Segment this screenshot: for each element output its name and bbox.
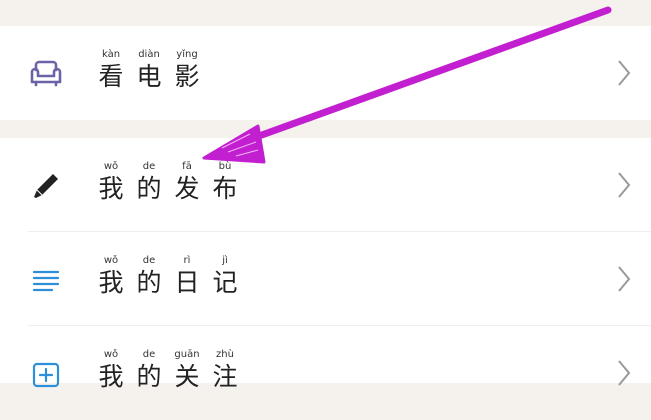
hanzi: 看 — [98, 62, 124, 91]
hanzi: 注 — [212, 362, 238, 391]
ruby-char: guān 关 — [170, 348, 204, 400]
hanzi: 布 — [212, 174, 238, 203]
ruby-char: wǒ 我 — [94, 254, 128, 306]
pinyin: de — [142, 349, 156, 360]
pinyin: kàn — [101, 49, 121, 60]
hanzi: 的 — [136, 268, 162, 297]
pinyin: bù — [218, 161, 232, 172]
hanzi: 日 — [174, 268, 200, 297]
row-my-follows[interactable]: wǒ 我 de 的 guān 关 zhù 注 — [0, 326, 651, 420]
pinyin: wǒ — [103, 161, 119, 172]
hanzi: 的 — [136, 174, 162, 203]
pinyin: wǒ — [103, 255, 119, 266]
pinyin: fā — [182, 161, 192, 172]
pinyin: rì — [183, 255, 191, 266]
pinyin: yǐng — [176, 49, 198, 60]
sofa-icon — [30, 60, 62, 87]
hanzi: 的 — [136, 362, 162, 391]
pinyin: zhù — [216, 349, 234, 360]
ruby-char: bù 布 — [208, 160, 242, 212]
row-label: kàn 看 diàn 电 yǐng 影 — [94, 48, 204, 100]
ruby-char: yǐng 影 — [170, 48, 204, 100]
pinyin: diàn — [138, 49, 160, 60]
row-movies[interactable]: kàn 看 diàn 电 yǐng 影 — [0, 26, 651, 120]
section-spacer — [0, 120, 651, 138]
row-my-diary[interactable]: wǒ 我 de 的 rì 日 jì 记 — [0, 232, 651, 326]
top-spacer — [0, 0, 651, 26]
row-label: wǒ 我 de 的 fā 发 bù 布 — [94, 160, 242, 212]
hanzi: 我 — [98, 362, 124, 391]
hanzi: 记 — [212, 268, 238, 297]
ruby-char: kàn 看 — [94, 48, 128, 100]
top-section: kàn 看 diàn 电 yǐng 影 — [0, 26, 651, 120]
chevron-right-icon — [618, 172, 631, 198]
ruby-char: diàn 电 — [132, 48, 166, 100]
chevron-right-icon — [618, 266, 631, 292]
ruby-char: rì 日 — [170, 254, 204, 306]
ruby-char: de 的 — [132, 254, 166, 306]
hanzi: 我 — [98, 268, 124, 297]
hanzi: 关 — [174, 362, 200, 391]
pinyin: de — [142, 161, 156, 172]
chevron-right-icon — [618, 60, 631, 86]
row-my-posts[interactable]: wǒ 我 de 的 fā 发 bù 布 — [0, 138, 651, 232]
hanzi: 电 — [136, 62, 162, 91]
main-section: wǒ 我 de 的 fā 发 bù 布 wǒ 我 de 的 rì 日 jì 记 wǒ 我 — [0, 138, 651, 391]
hanzi: 发 — [174, 174, 200, 203]
hanzi: 影 — [174, 62, 200, 91]
list-lines-icon — [32, 270, 60, 292]
ruby-char: fā 发 — [170, 160, 204, 212]
pinyin: jì — [222, 255, 228, 266]
ruby-char: de 的 — [132, 160, 166, 212]
plus-square-icon — [32, 362, 60, 388]
ruby-char: de 的 — [132, 348, 166, 400]
pinyin: guān — [174, 349, 200, 360]
pinyin: wǒ — [103, 349, 119, 360]
hanzi: 我 — [98, 174, 124, 203]
ruby-char: zhù 注 — [208, 348, 242, 400]
row-label: wǒ 我 de 的 rì 日 jì 记 — [94, 254, 242, 306]
pencil-icon — [34, 174, 58, 198]
ruby-char: wǒ 我 — [94, 160, 128, 212]
pinyin: de — [142, 255, 156, 266]
ruby-char: jì 记 — [208, 254, 242, 306]
ruby-char: wǒ 我 — [94, 348, 128, 400]
row-label: wǒ 我 de 的 guān 关 zhù 注 — [94, 348, 242, 400]
